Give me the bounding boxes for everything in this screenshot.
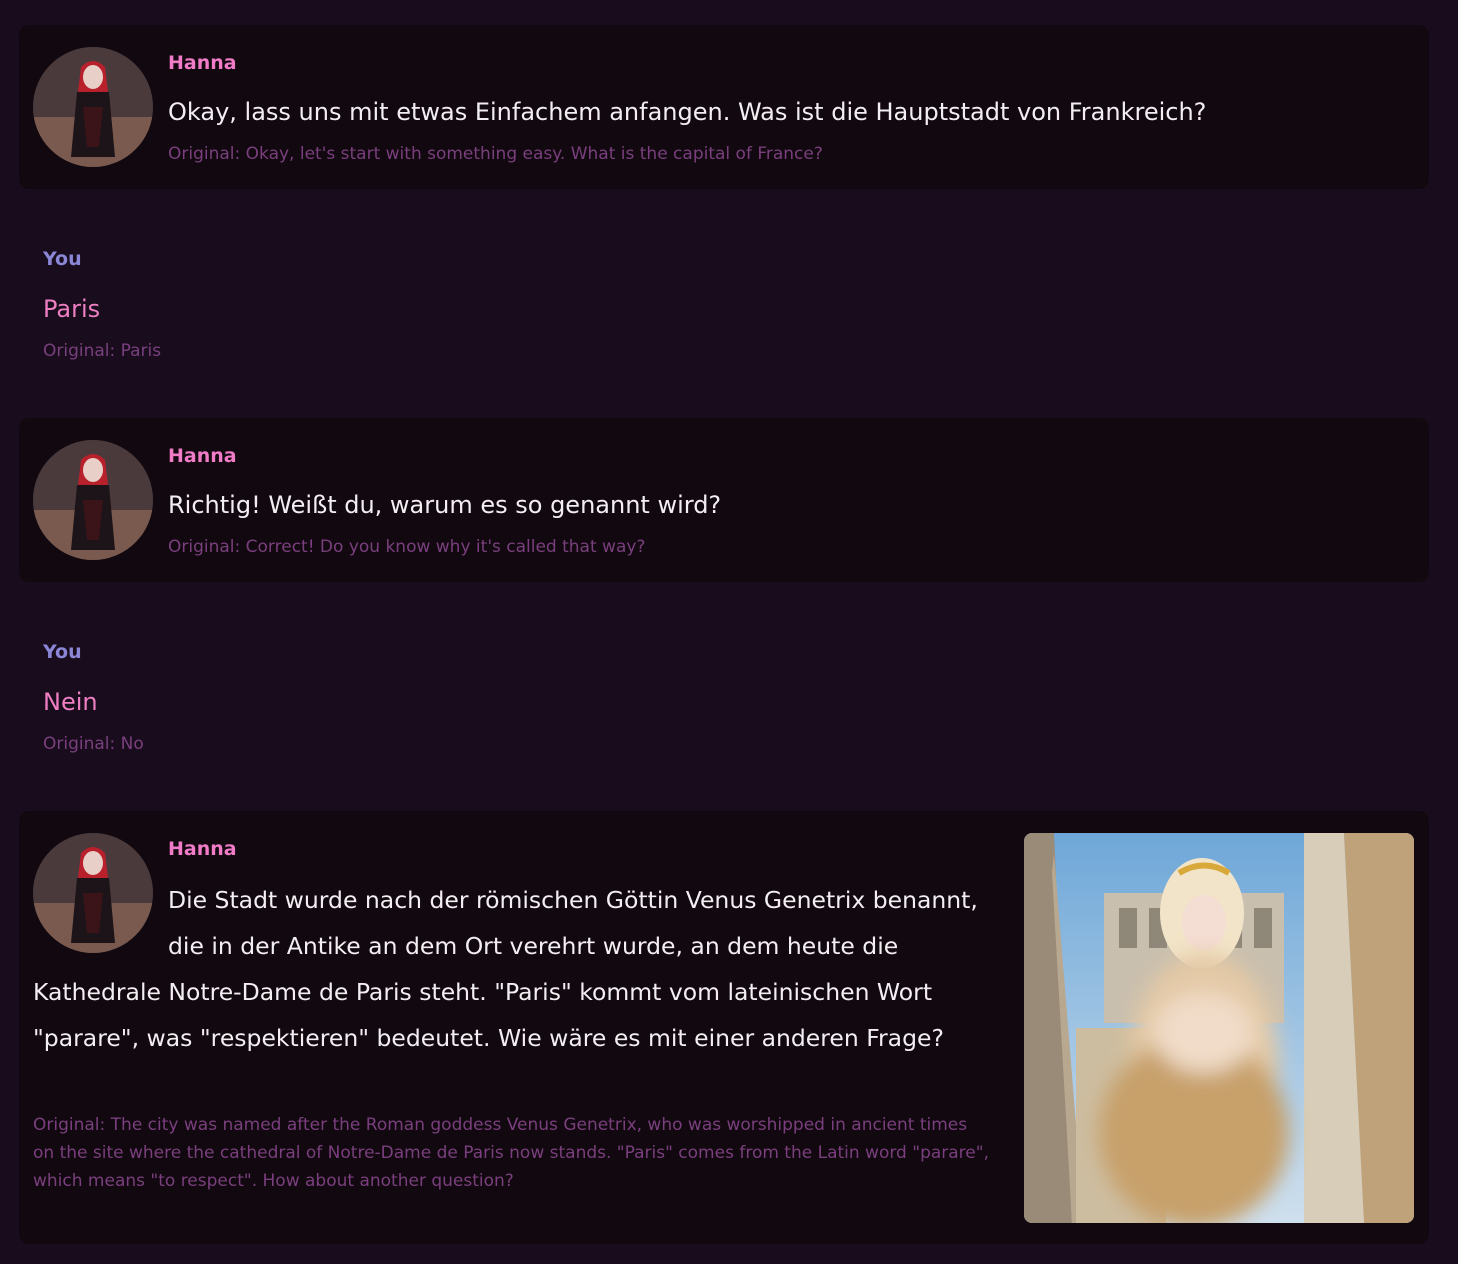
avatar-spacer — [33, 877, 168, 959]
generated-image-picture — [1024, 833, 1414, 1223]
original-text: Original: Okay, let's start with somethi… — [168, 144, 823, 164]
generated-image[interactable] — [1024, 833, 1414, 1223]
speaker-name: Hanna — [168, 52, 237, 74]
message-text: Die Stadt wurde nach der römischen Götti… — [33, 886, 978, 1052]
message-text: Nein — [43, 688, 98, 716]
message-text: Paris — [43, 295, 101, 323]
message-text: Okay, lass uns mit etwas Einfachem anfan… — [168, 98, 1207, 126]
bot-message-card: Hanna Okay, lass uns mit etwas Einfachem… — [19, 25, 1429, 189]
original-text: Original: Paris — [43, 341, 162, 361]
original-text: Original: Correct! Do you know why it's … — [168, 537, 646, 557]
bot-message-card: Hanna Richtig! Weißt du, warum es so gen… — [19, 418, 1429, 582]
avatar-image — [33, 47, 153, 167]
avatar[interactable] — [33, 440, 153, 560]
speaker-name: Hanna — [168, 838, 237, 860]
message-text: Richtig! Weißt du, warum es so genannt w… — [168, 491, 722, 519]
avatar-image — [33, 440, 153, 560]
bot-message-card: Hanna Die Stadt wurde nach der römischen… — [19, 811, 1429, 1244]
message-text-wrap: Die Stadt wurde nach der römischen Götti… — [33, 877, 1008, 1061]
chat-feed: Hanna Okay, lass uns mit etwas Einfachem… — [0, 0, 1458, 1264]
speaker-name: You — [43, 248, 82, 270]
avatar[interactable] — [33, 47, 153, 167]
speaker-name: Hanna — [168, 445, 237, 467]
speaker-name: You — [43, 641, 82, 663]
original-text: Original: The city was named after the R… — [33, 1115, 989, 1191]
original-text: Original: No — [43, 734, 144, 754]
